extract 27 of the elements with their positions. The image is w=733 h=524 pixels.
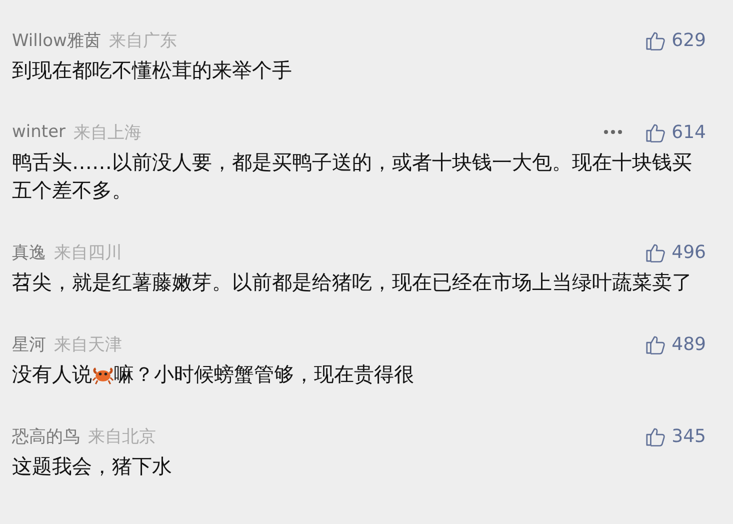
- location-label: 来自北京: [88, 426, 156, 448]
- location-label: 来自上海: [74, 122, 142, 144]
- more-icon[interactable]: [602, 129, 623, 135]
- thumbs-up-icon[interactable]: [644, 30, 666, 50]
- comment-text: 到现在都吃不懂松茸的来举个手: [12, 58, 292, 82]
- comment-text: 没有人说: [12, 362, 92, 386]
- location-label: 来自广东: [108, 30, 177, 52]
- comment-text: 嘛？小时候螃蟹管够，现在贵得很: [114, 362, 414, 386]
- thumbs-up-icon[interactable]: [644, 426, 666, 446]
- user-name[interactable]: Willow雅茵: [12, 28, 101, 52]
- user-name[interactable]: 星河: [12, 332, 46, 356]
- user-name[interactable]: winter: [12, 122, 66, 142]
- comment-text: 这题我会，猪下水: [12, 454, 172, 478]
- comment-text: 鸭舌头……以前没人要，都是买鸭子送的，或者十块钱一大包。现在十块钱买五个差不多。: [12, 150, 692, 202]
- thumbs-up-icon[interactable]: [644, 122, 666, 142]
- location-label: 来自天津: [54, 334, 122, 356]
- user-name[interactable]: 真逸: [12, 240, 46, 264]
- comment-text: 苕尖，就是红薯藤嫩芽。以前都是给猪吃，现在已经在市场上当绿叶蔬菜卖了: [12, 270, 692, 294]
- like-count: 345: [672, 426, 706, 446]
- user-name[interactable]: 恐高的鸟: [12, 424, 80, 448]
- like-count: 629: [672, 30, 706, 50]
- thumbs-up-icon[interactable]: [644, 334, 666, 354]
- like-count: 614: [672, 122, 706, 142]
- like-count: 496: [672, 242, 706, 262]
- thumbs-up-icon[interactable]: [644, 242, 666, 262]
- like-count: 489: [672, 334, 706, 354]
- location-label: 来自四川: [54, 242, 122, 264]
